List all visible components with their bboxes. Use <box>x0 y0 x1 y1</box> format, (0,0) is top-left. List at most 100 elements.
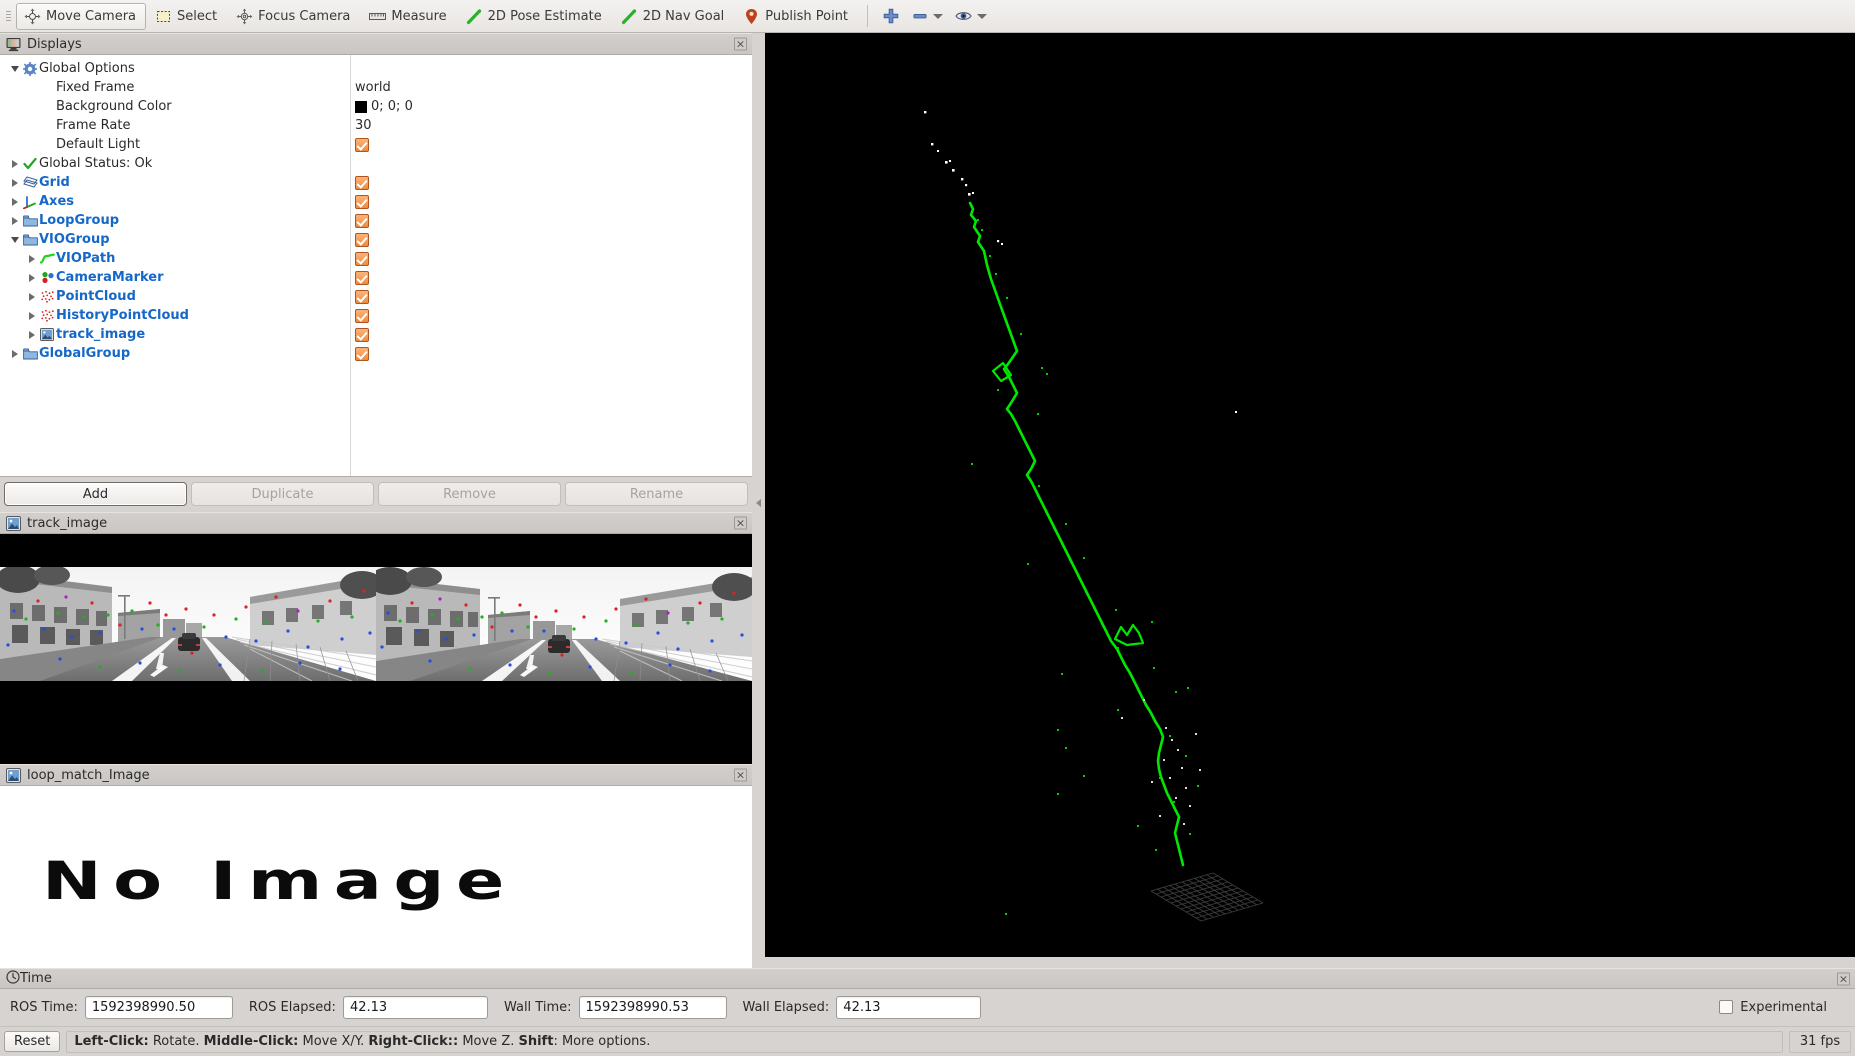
display-tree-row[interactable]: Default Light <box>0 135 752 154</box>
trajectory-canvas <box>765 33 1855 957</box>
display-enabled-checkbox[interactable] <box>355 308 369 323</box>
display-enabled-checkbox[interactable] <box>355 175 369 190</box>
minus-icon <box>911 8 928 25</box>
chevron-right-icon[interactable] <box>25 311 38 320</box>
render-view-3d[interactable] <box>765 33 1855 957</box>
visibility-tool-button[interactable] <box>949 3 993 30</box>
dock-splitter-handle[interactable] <box>752 33 764 973</box>
tool-2d-pose-estimate[interactable]: 2D Pose Estimate <box>458 3 612 30</box>
displays-button-row: Add Duplicate Remove Rename <box>0 477 752 512</box>
hint-segment: : More options. <box>553 1034 651 1049</box>
hint-segment: Right-Click:: <box>368 1034 459 1049</box>
tool-publish-point[interactable]: Publish Point <box>735 3 858 30</box>
chevron-down-icon[interactable] <box>933 13 944 19</box>
chevron-down-icon[interactable] <box>8 65 21 72</box>
chevron-down-icon-2[interactable] <box>977 13 988 19</box>
display-tree-row[interactable]: Global Status: Ok <box>0 154 752 173</box>
display-item-label: LoopGroup <box>39 213 120 228</box>
experimental-toggle[interactable]: Experimental <box>1719 1000 1845 1015</box>
tool-2d-pose-estimate-label: 2D Pose Estimate <box>487 8 602 24</box>
display-tree-row[interactable]: Axes <box>0 192 752 211</box>
chevron-right-icon[interactable] <box>25 292 38 301</box>
display-tree-row[interactable]: Frame Rate 30 <box>0 116 752 135</box>
loop-match-panel-close-icon[interactable]: × <box>734 768 747 782</box>
tool-move-camera[interactable]: Move Camera <box>16 2 147 30</box>
display-tree-row[interactable]: LoopGroup <box>0 211 752 230</box>
display-tree-row[interactable]: VIOGroup <box>0 230 752 249</box>
track-image-panel-close-icon[interactable]: × <box>734 516 747 530</box>
display-enabled-checkbox[interactable] <box>355 270 369 285</box>
tool-2d-nav-goal-label: 2D Nav Goal <box>642 8 725 24</box>
chevron-right-icon[interactable] <box>8 216 21 225</box>
display-tree-row[interactable]: CameraMarker <box>0 268 752 287</box>
add-button[interactable]: Add <box>4 482 187 506</box>
loop-match-panel-header: loop_match_Image × <box>0 764 752 786</box>
display-tree-row[interactable]: VIOPath <box>0 249 752 268</box>
display-item-label: Fixed Frame <box>56 80 135 95</box>
tool-2d-nav-goal[interactable]: 2D Nav Goal <box>613 3 735 30</box>
track-image-panel-title: track_image <box>27 515 108 531</box>
add-tool-button[interactable] <box>876 3 905 30</box>
experimental-checkbox[interactable] <box>1719 1000 1734 1014</box>
displays-panel-close-icon[interactable]: × <box>734 37 747 51</box>
rviz-window: Move Camera Select Focus Camera Measure … <box>0 0 1855 1056</box>
display-item-label: PointCloud <box>56 289 136 304</box>
chevron-right-icon[interactable] <box>25 330 38 339</box>
marker-icon <box>38 271 56 284</box>
tool-measure[interactable]: Measure <box>361 3 456 30</box>
no-image-placeholder: No Image <box>0 786 752 975</box>
image-panel-icon <box>6 515 21 531</box>
display-tree-row[interactable]: track_image <box>0 325 752 344</box>
display-enabled-checkbox[interactable] <box>355 232 369 247</box>
ros-time-input[interactable]: 1592398990.50 <box>84 995 233 1019</box>
displays-tree-body[interactable]: Global Options Fixed Frame world Background… <box>0 55 752 477</box>
tool-focus-camera[interactable]: Focus Camera <box>228 3 360 30</box>
time-panel-close-icon[interactable]: × <box>1837 972 1850 985</box>
property-value-text[interactable]: 30 <box>355 118 372 133</box>
display-item-label: track_image <box>56 327 146 342</box>
property-value-text[interactable]: world <box>355 80 391 95</box>
chevron-right-icon[interactable] <box>8 159 21 168</box>
toolbar-grip[interactable] <box>4 5 13 27</box>
chevron-down-icon[interactable] <box>8 236 21 243</box>
duplicate-button[interactable]: Duplicate <box>191 482 374 506</box>
stereo-image-pair <box>0 567 752 681</box>
display-enabled-checkbox[interactable] <box>355 194 369 209</box>
chevron-right-icon[interactable] <box>25 273 38 282</box>
display-item-label: Default Light <box>56 137 141 152</box>
display-enabled-checkbox[interactable] <box>355 289 369 304</box>
display-tree-row[interactable]: Global Options <box>0 59 752 78</box>
display-tree-row[interactable]: Grid <box>0 173 752 192</box>
reset-button[interactable]: Reset <box>4 1031 61 1052</box>
display-tree-row[interactable]: HistoryPointCloud <box>0 306 752 325</box>
chevron-right-icon[interactable] <box>8 197 21 206</box>
wall-time-input[interactable]: 1592398990.53 <box>578 995 727 1019</box>
rename-button[interactable]: Rename <box>565 482 748 506</box>
display-tree-row[interactable]: Fixed Frame world <box>0 78 752 97</box>
wall-elapsed-input[interactable]: 42.13 <box>836 995 982 1019</box>
display-tree-row[interactable]: PointCloud <box>0 287 752 306</box>
main-toolbar: Move Camera Select Focus Camera Measure … <box>0 0 1855 33</box>
chevron-right-icon[interactable] <box>25 254 38 263</box>
display-enabled-checkbox[interactable] <box>355 346 369 361</box>
background-color-value[interactable]: 0; 0; 0 <box>355 99 413 114</box>
folder-icon <box>21 348 39 360</box>
display-enabled-checkbox[interactable] <box>355 213 369 228</box>
displays-tree: Global Options Fixed Frame world Background… <box>0 55 752 363</box>
track-image-content[interactable] <box>0 534 752 764</box>
display-enabled-checkbox[interactable] <box>355 137 369 152</box>
display-enabled-checkbox[interactable] <box>355 327 369 342</box>
chevron-right-icon[interactable] <box>8 178 21 187</box>
remove-button[interactable]: Remove <box>378 482 561 506</box>
display-tree-row[interactable]: GlobalGroup <box>0 344 752 363</box>
pointcloud-icon <box>38 290 56 303</box>
ros-elapsed-input[interactable]: 42.13 <box>342 995 488 1019</box>
display-item-label: VIOGroup <box>39 232 110 247</box>
remove-tool-button[interactable] <box>905 3 949 30</box>
nav-goal-icon <box>621 8 638 25</box>
display-tree-row[interactable]: Background Color 0; 0; 0 <box>0 97 752 116</box>
chevron-right-icon[interactable] <box>8 349 21 358</box>
tool-select[interactable]: Select <box>147 3 227 30</box>
display-enabled-checkbox[interactable] <box>355 251 369 266</box>
loop-match-image-content[interactable]: No Image <box>0 786 752 975</box>
